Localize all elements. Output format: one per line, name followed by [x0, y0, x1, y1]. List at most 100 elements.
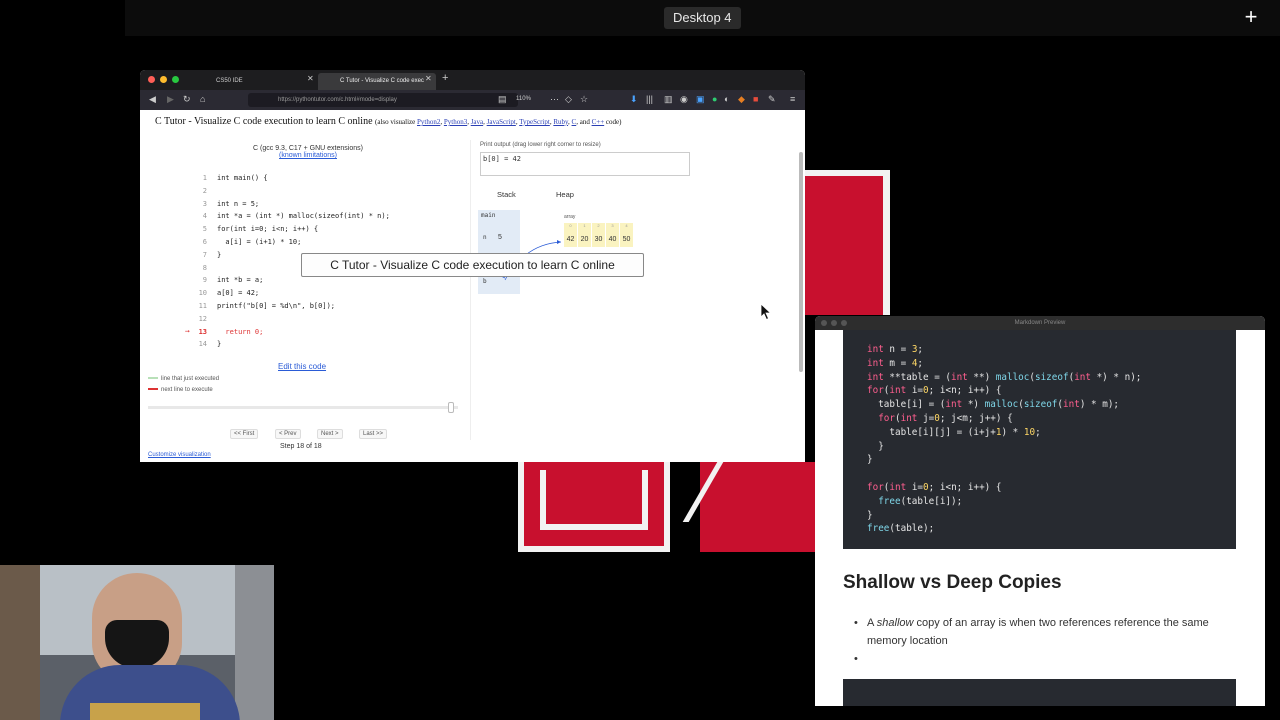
code-line: }	[867, 509, 873, 521]
extension-icon[interactable]: ◉	[680, 94, 688, 105]
code-text: a[0] = 42;	[217, 289, 260, 298]
extension-icon[interactable]: ◆	[738, 94, 745, 105]
mouse-cursor-icon	[760, 303, 772, 321]
extension-icon[interactable]: ■	[753, 94, 758, 104]
bullet-list: • A shallow copy of an array is when two…	[854, 614, 1237, 668]
page-title-text: C Tutor - Visualize C code execution to …	[155, 116, 373, 127]
tab-c-tutor[interactable]: C Tutor - Visualize C code exec	[318, 73, 436, 90]
line-number: 4	[202, 212, 207, 221]
page-scrollbar[interactable]	[799, 152, 803, 372]
desktop: Desktop 4 + CS50 IDE C Tutor - Visualize…	[0, 0, 1280, 720]
link-cpp[interactable]: C++	[592, 118, 605, 126]
url-bar[interactable]: https://pythontutor.com/c.html#mode=disp…	[248, 93, 518, 107]
webcam-feed	[0, 565, 274, 720]
close-tab-icon[interactable]: ✕	[425, 74, 432, 83]
reader-mode-icon[interactable]: ▤	[498, 94, 507, 105]
arrow-head	[557, 240, 561, 244]
line-number: 7	[202, 250, 207, 259]
plus-icon[interactable]: +	[1240, 6, 1262, 28]
code-line: free(table[i]);	[878, 495, 963, 507]
section-heading: Shallow vs Deep Copies	[843, 572, 1062, 593]
code-line: for(int i=0; i<n; i++) {	[867, 481, 1002, 493]
title-prefix: (also visualize	[375, 118, 416, 126]
line-number: 6	[202, 237, 207, 246]
code-line: table[i][j] = (i+j+1) * 10;	[889, 426, 1041, 438]
new-tab-icon[interactable]: +	[442, 72, 448, 84]
code-line: 5 for(int i=0; i<n; i++) {	[185, 223, 475, 236]
back-icon[interactable]: ◀	[149, 94, 156, 105]
tab-label: C Tutor - Visualize C code exec	[340, 78, 424, 84]
tab-cs50-ide[interactable]: CS50 IDE	[194, 73, 314, 90]
last-button[interactable]: Last >>	[359, 429, 388, 439]
bullet-text-post: copy of an array is when two references …	[867, 617, 1209, 647]
code-line: 14}	[185, 338, 475, 351]
download-icon[interactable]: ⬇	[630, 94, 638, 105]
library-icon[interactable]: |||	[646, 94, 653, 104]
list-item: •	[854, 650, 1237, 668]
sidebar-icon[interactable]: ▥	[664, 94, 673, 105]
zoom-level[interactable]: 110%	[516, 96, 531, 102]
step-slider[interactable]	[148, 402, 458, 413]
code-text: int *a = (int *) malloc(sizeof(int) * n)…	[217, 212, 390, 221]
title-and: and	[579, 118, 590, 126]
legend-next-label: next line to execute	[161, 387, 213, 393]
extension-icon[interactable]: ◐	[724, 94, 729, 104]
extension-icon[interactable]: ●	[712, 94, 717, 104]
next-button[interactable]: Next >	[317, 429, 343, 439]
home-icon[interactable]: ⌂	[200, 94, 205, 104]
array-index: 3	[611, 223, 614, 228]
bookmark-icon[interactable]: ☆	[580, 94, 588, 105]
known-limitations-link[interactable]: (known limitations)	[238, 152, 378, 159]
reload-icon[interactable]: ↻	[183, 94, 191, 105]
pocket-icon[interactable]: ◇	[565, 94, 572, 105]
code-line: int **table = (int **) malloc(sizeof(int…	[867, 371, 1142, 383]
link-python2[interactable]: Python2	[417, 118, 440, 126]
markdown-code-block: int n = 3; int m = 4; int **table = (int *…	[843, 330, 1236, 549]
link-typescript[interactable]: TypeScript	[519, 118, 550, 126]
line-number: 5	[202, 225, 207, 234]
legend-executed-label: line that just executed	[161, 376, 220, 382]
line-number: 14	[198, 340, 207, 349]
maximize-window-button[interactable]	[172, 76, 179, 83]
link-ruby[interactable]: Ruby	[553, 118, 568, 126]
code-text: for(int i=0; i<n; i++) {	[217, 225, 319, 234]
markdown-title-bar: Markdown Preview	[815, 316, 1265, 330]
link-c[interactable]: C	[572, 118, 577, 126]
code-line: free(table);	[867, 523, 935, 535]
menu-icon[interactable]: ≡	[790, 94, 795, 104]
array-value: 30	[594, 236, 603, 243]
print-output-box[interactable]: b[0] = 42	[480, 152, 690, 176]
array-cell: 3 40	[606, 223, 619, 247]
minimize-window-button[interactable]	[160, 76, 167, 83]
link-java[interactable]: Java	[471, 118, 483, 126]
customize-link[interactable]: Customize visualization	[148, 452, 211, 458]
close-window-button[interactable]	[148, 76, 155, 83]
desktop-switcher-label[interactable]: Desktop 4	[664, 7, 741, 29]
array-index: 1	[583, 223, 586, 228]
more-icon[interactable]: ⋯	[550, 94, 559, 105]
link-python3[interactable]: Python3	[444, 118, 467, 126]
extension-icon[interactable]: ▣	[696, 94, 705, 105]
forward-icon[interactable]: ▶	[167, 94, 174, 105]
close-tab-icon[interactable]: ✕	[307, 74, 314, 83]
legend-next: next line to execute	[148, 387, 213, 393]
step-slider-handle[interactable]	[448, 402, 454, 413]
legend-executed: line that just executed	[148, 376, 219, 382]
first-button[interactable]: << First	[230, 429, 259, 439]
page-title: C Tutor - Visualize C code execution to …	[155, 116, 621, 127]
browser-toolbar: ◀ ▶ ↻ ⌂ https://pythontutor.com/c.html#m…	[140, 90, 805, 110]
line-number: 10	[198, 289, 207, 298]
var-n-name: n	[483, 234, 487, 241]
link-javascript[interactable]: JavaScript	[487, 118, 516, 126]
array-value: 20	[580, 236, 589, 243]
code-line: 1 int main() {	[185, 172, 475, 185]
code-line: 12	[185, 313, 475, 326]
line-number: 12	[198, 314, 207, 323]
bullet-icon: •	[854, 617, 858, 629]
prev-button[interactable]: < Prev	[275, 429, 301, 439]
extension-icon[interactable]: ✎	[768, 94, 776, 105]
edit-code-link[interactable]: Edit this code	[278, 362, 326, 371]
browser-window: CS50 IDE C Tutor - Visualize C code exec…	[140, 70, 805, 462]
title-suffix: code)	[605, 118, 622, 126]
